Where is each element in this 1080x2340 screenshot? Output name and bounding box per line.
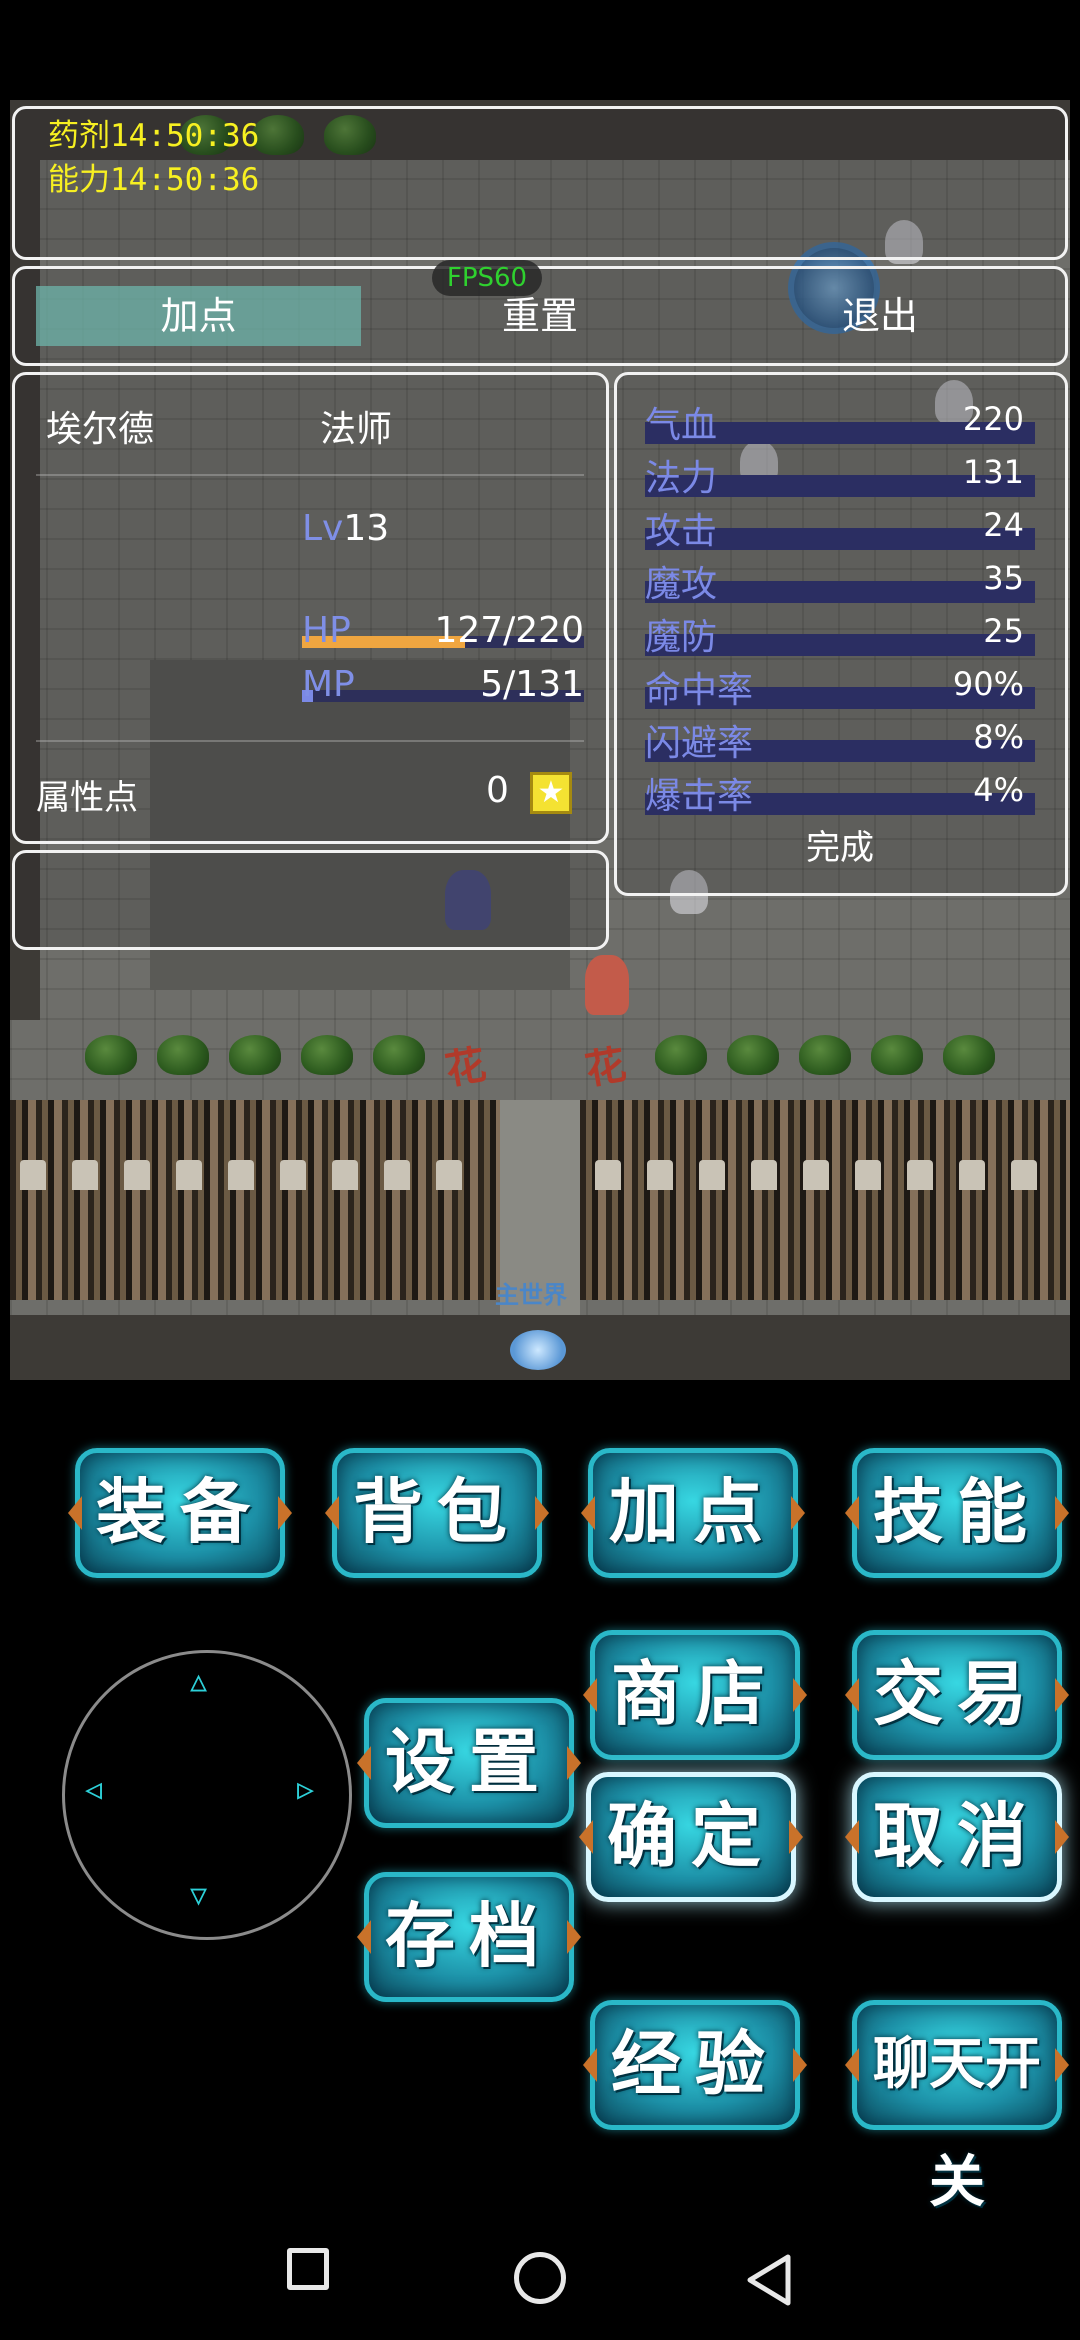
home-icon[interactable] [514, 2252, 566, 2304]
stat-name: 攻击 [645, 511, 718, 552]
recent-apps-icon[interactable] [287, 2248, 329, 2290]
stat-value: 35 [983, 559, 1024, 597]
mp-label: MP [302, 664, 355, 705]
stat-name: 闪避率 [645, 723, 754, 764]
potion-timer: 药剂14:50:36 [48, 118, 260, 154]
bag-button[interactable]: 背包 [332, 1448, 542, 1578]
save-button[interactable]: 存档 [364, 1872, 574, 2002]
left-fence-pillars [20, 1160, 462, 1190]
arrow-down-icon[interactable]: ▿ [190, 1875, 207, 1915]
skills-button[interactable]: 技能 [852, 1448, 1062, 1578]
confirm-button[interactable]: 确定 [586, 1772, 796, 1902]
right-fence-pillars [595, 1160, 1037, 1190]
attr-points-value: 0 [486, 770, 509, 811]
flower-sign-right: 花 [582, 1041, 630, 1095]
right-hedges [655, 1035, 995, 1075]
command-add-points[interactable]: 加点 [36, 286, 361, 346]
joystick[interactable]: ▵ ▿ ◃ ▹ [62, 1650, 352, 1940]
stat-value: 8% [973, 718, 1024, 756]
stat-name: 法力 [645, 458, 718, 499]
portal-icon[interactable] [510, 1330, 566, 1370]
right-fence [580, 1100, 1070, 1300]
stat-value: 131 [962, 453, 1024, 491]
equip-button[interactable]: 装备 [75, 1448, 285, 1578]
divider [36, 474, 584, 476]
command-exit[interactable]: 退出 [770, 286, 990, 346]
portal-label: 主世界 [495, 1281, 567, 1309]
player-sprite [585, 955, 629, 1015]
done-button[interactable]: 完成 [760, 820, 920, 869]
shop-button[interactable]: 商店 [590, 1630, 800, 1760]
left-fence [10, 1100, 500, 1300]
hp-value: 127/220 [434, 610, 584, 651]
chat-toggle-button[interactable]: 聊天开关 [852, 2000, 1062, 2215]
back-icon[interactable] [744, 2252, 796, 2308]
star-icon[interactable]: ★ [530, 772, 572, 814]
stat-name: 魔攻 [645, 564, 718, 605]
level-value: 13 [343, 508, 390, 549]
stat-value: 25 [983, 612, 1024, 650]
arrow-right-icon[interactable]: ▹ [297, 1769, 314, 1809]
character-name: 埃尔德 [46, 409, 155, 450]
help-panel [12, 850, 609, 950]
exp-button[interactable]: 经验 [590, 2000, 800, 2130]
arrow-left-icon[interactable]: ◃ [85, 1769, 102, 1809]
command-reset[interactable]: 重置 [430, 286, 650, 346]
stat-value: 4% [973, 771, 1024, 809]
level-display: Lv13 [302, 508, 389, 549]
stat-value: 90% [952, 665, 1024, 703]
stat-name: 命中率 [645, 670, 754, 711]
ability-timer: 能力14:50:36 [48, 162, 260, 198]
stat-value: 24 [983, 506, 1024, 544]
flower-sign-left: 花 [442, 1041, 490, 1095]
cancel-button[interactable]: 取消 [852, 1772, 1062, 1902]
stat-value: 220 [962, 400, 1024, 438]
settings-button[interactable]: 设置 [364, 1698, 574, 1828]
stat-name: 魔防 [645, 617, 718, 658]
trade-button[interactable]: 交易 [852, 1630, 1062, 1760]
stat-name: 爆击率 [645, 776, 754, 817]
add-points-button[interactable]: 加点 [588, 1448, 798, 1578]
arrow-up-icon[interactable]: ▵ [190, 1661, 207, 1701]
left-hedges [85, 1035, 425, 1075]
attr-points-label: 属性点 [36, 778, 138, 818]
hp-label: HP [302, 610, 351, 651]
divider [36, 740, 584, 742]
stat-name: 气血 [645, 405, 718, 446]
mp-value: 5/131 [480, 664, 584, 705]
character-class: 法师 [320, 409, 393, 450]
level-label: Lv [302, 508, 344, 549]
